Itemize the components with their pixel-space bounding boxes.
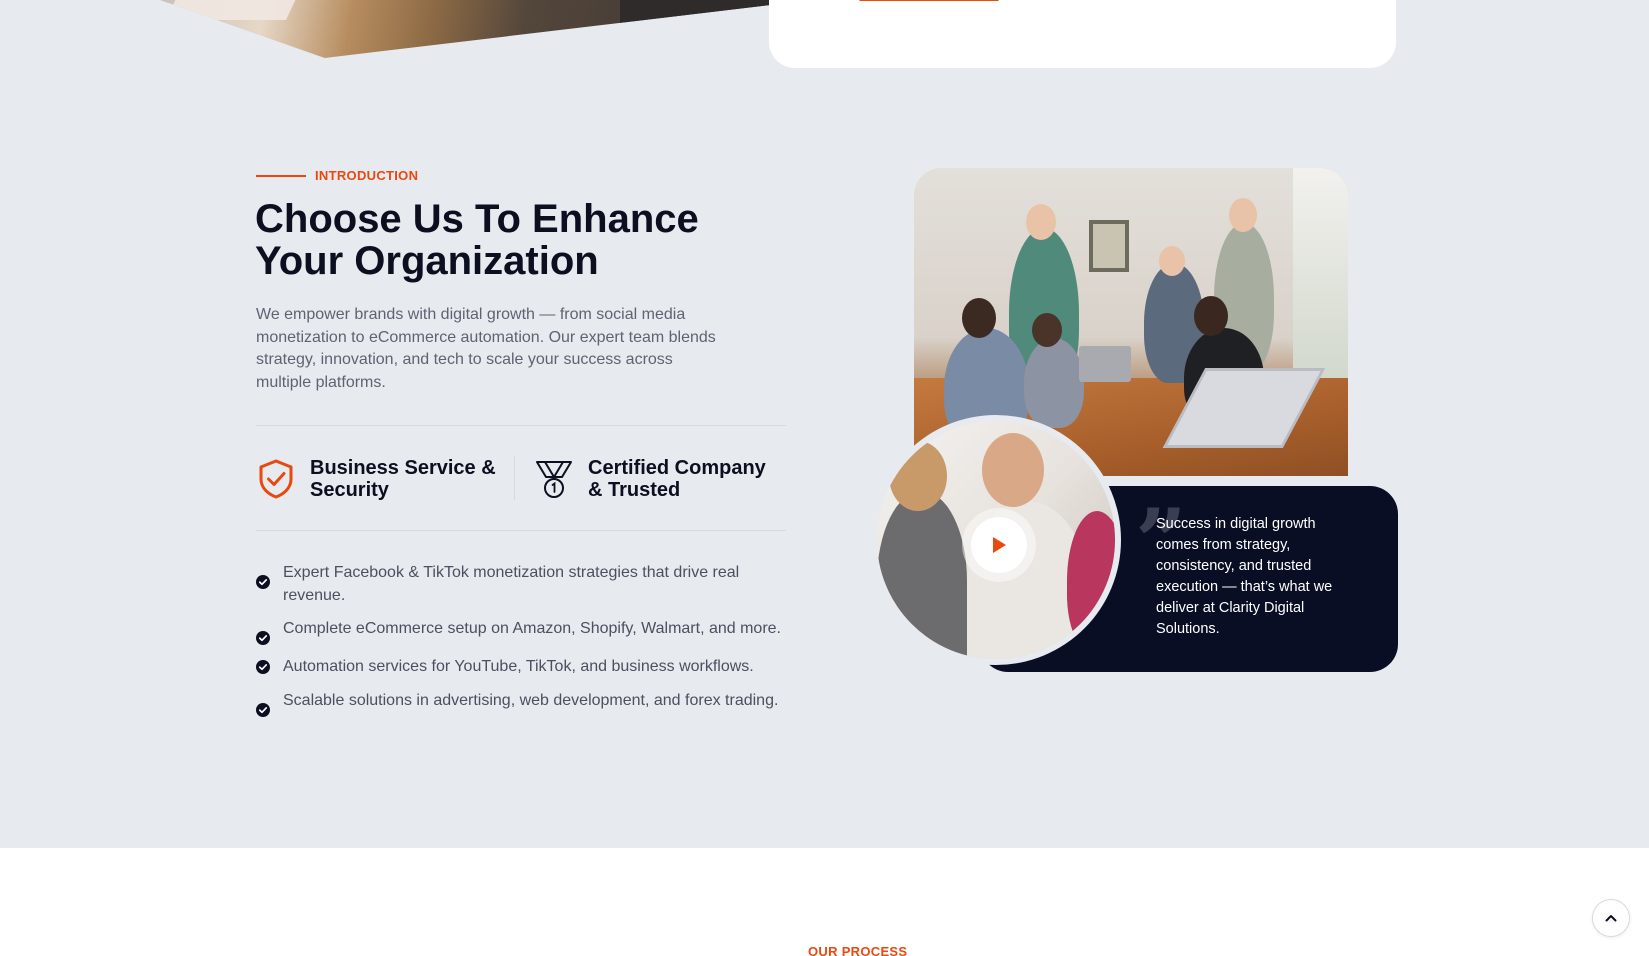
medal-icon [536, 461, 572, 498]
previous-section-button[interactable] [859, 0, 999, 1]
about-section: INTRODUCTION Choose Us To Enhance Your O… [0, 0, 1649, 848]
list-item: Expert Facebook & TikTok monetization st… [256, 562, 786, 607]
scroll-to-top-button[interactable] [1592, 899, 1630, 937]
play-icon [993, 537, 1006, 553]
list-item-text: Automation services for YouTube, TikTok,… [283, 658, 754, 675]
list-item-text: Expert Facebook & TikTok monetization st… [283, 564, 740, 604]
feature-certified-company: Certified Company & Trusted [534, 457, 778, 501]
list-item: Automation services for YouTube, TikTok,… [256, 656, 786, 679]
feature-label: Business Service & Security [310, 457, 496, 501]
list-item: Scalable solutions in advertising, web d… [256, 690, 786, 717]
quote-text: Success in digital growth comes from str… [1156, 516, 1333, 637]
list-item: Complete eCommerce setup on Amazon, Shop… [256, 618, 786, 645]
feature-business-service: Business Service & Security [256, 457, 500, 501]
chevron-up-icon [1605, 915, 1617, 922]
feature-separator [514, 456, 515, 500]
benefits-list: Expert Facebook & TikTok monetization st… [256, 562, 786, 728]
check-circle-icon [256, 575, 270, 589]
eyebrow-line [256, 174, 306, 177]
feature-label: Certified Company & Trusted [588, 457, 766, 501]
check-circle-icon [256, 660, 270, 674]
section-eyebrow: INTRODUCTION [256, 168, 418, 183]
divider-bottom [256, 530, 786, 531]
eyebrow-label: INTRODUCTION [315, 168, 419, 183]
shield-check-icon [259, 459, 293, 499]
check-circle-icon [256, 702, 270, 717]
section-lead: We empower brands with digital growth — … [256, 306, 716, 391]
section-heading: Choose Us To Enhance Your Organization [255, 197, 699, 283]
previous-section-card [769, 0, 1396, 68]
divider-top [256, 425, 786, 426]
list-item-text: Complete eCommerce setup on Amazon, Shop… [283, 620, 781, 637]
previous-section-photo [160, 0, 770, 58]
play-video-button[interactable] [962, 508, 1036, 582]
next-section-eyebrow: OUR PROCESS [808, 944, 908, 956]
check-circle-icon [256, 631, 270, 645]
list-item-text: Scalable solutions in advertising, web d… [283, 691, 779, 709]
